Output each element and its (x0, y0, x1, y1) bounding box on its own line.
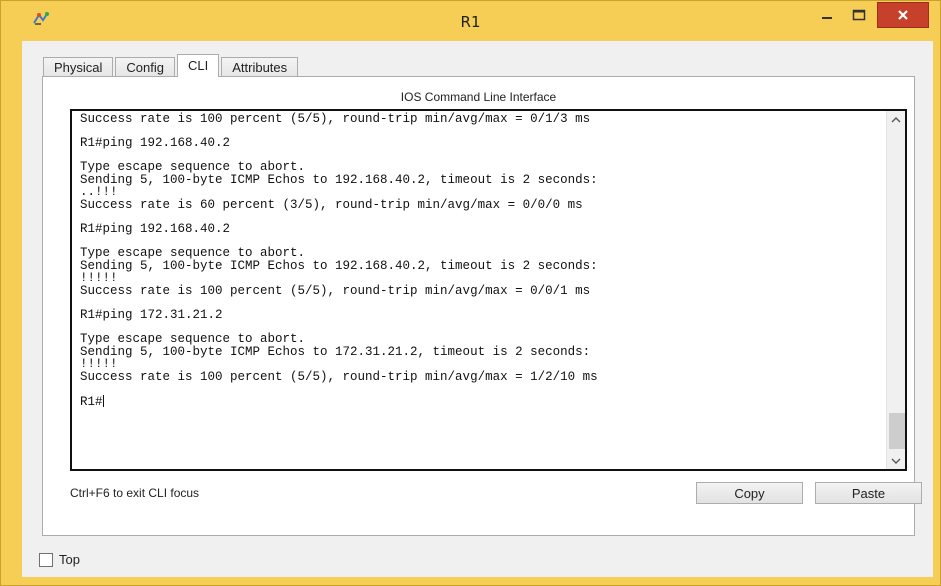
terminal-line: R1#ping 192.168.40.2 (80, 136, 231, 151)
top-checkbox-label: Top (59, 552, 80, 567)
terminal-scrollbar[interactable] (886, 111, 905, 469)
router-window: R1 Physical Config CLI Attributes IOS Co… (0, 0, 941, 586)
cli-focus-hint: Ctrl+F6 to exit CLI focus (70, 486, 200, 500)
minimize-button[interactable] (813, 2, 841, 28)
text-cursor (102, 395, 104, 407)
tab-strip: Physical Config CLI Attributes (43, 54, 300, 77)
terminal-line: Type escape sequence to abort. (80, 332, 306, 347)
maximize-icon (852, 9, 866, 21)
terminal-line: Sending 5, 100-byte ICMP Echos to 192.16… (80, 172, 598, 187)
chevron-up-icon (891, 116, 901, 122)
terminal-prompt-line[interactable]: R1# (80, 395, 880, 408)
terminal-line: Sending 5, 100-byte ICMP Echos to 192.16… (80, 258, 598, 273)
terminal-line: Success rate is 100 percent (5/5), round… (80, 283, 591, 298)
scroll-up-button[interactable] (887, 111, 905, 128)
scroll-thumb[interactable] (889, 413, 905, 449)
terminal-line: Success rate is 100 percent (5/5), round… (80, 369, 598, 384)
terminal-line: Type escape sequence to abort. (80, 246, 306, 261)
tab-cli[interactable]: CLI (177, 54, 220, 77)
terminal-line: R1#ping 192.168.40.2 (80, 222, 231, 237)
minimize-icon (822, 17, 832, 19)
tab-config[interactable]: Config (115, 57, 175, 76)
copy-button[interactable]: Copy (696, 482, 803, 504)
terminal-line: R1#ping 172.31.21.2 (80, 308, 223, 323)
terminal-prompt: R1# (80, 395, 103, 409)
terminal-line: Success rate is 100 percent (5/5), round… (80, 112, 591, 126)
cli-tab-panel: IOS Command Line Interface Success rate … (42, 76, 922, 536)
close-icon (898, 10, 908, 20)
chevron-down-icon (891, 458, 901, 464)
terminal-line: Sending 5, 100-byte ICMP Echos to 172.31… (80, 344, 591, 359)
paste-button[interactable]: Paste (815, 482, 922, 504)
title-bar[interactable]: R1 (1, 1, 940, 41)
top-checkbox[interactable] (39, 552, 53, 567)
tab-attributes[interactable]: Attributes (221, 57, 299, 76)
top-option[interactable]: Top (39, 552, 80, 567)
terminal-line: Type escape sequence to abort. (80, 160, 306, 175)
terminal-line: Success rate is 60 percent (3/5), round-… (80, 197, 583, 212)
window-title: R1 (460, 13, 481, 31)
terminal-output[interactable]: Success rate is 100 percent (5/5), round… (80, 113, 880, 408)
cli-terminal[interactable]: Success rate is 100 percent (5/5), round… (70, 109, 907, 471)
close-button[interactable] (877, 2, 929, 28)
maximize-button[interactable] (844, 2, 874, 28)
cli-panel-title: IOS Command Line Interface (400, 90, 557, 104)
window-client-area: Physical Config CLI Attributes IOS Comma… (22, 41, 933, 577)
scroll-down-button[interactable] (887, 452, 905, 469)
tab-physical[interactable]: Physical (43, 57, 114, 76)
